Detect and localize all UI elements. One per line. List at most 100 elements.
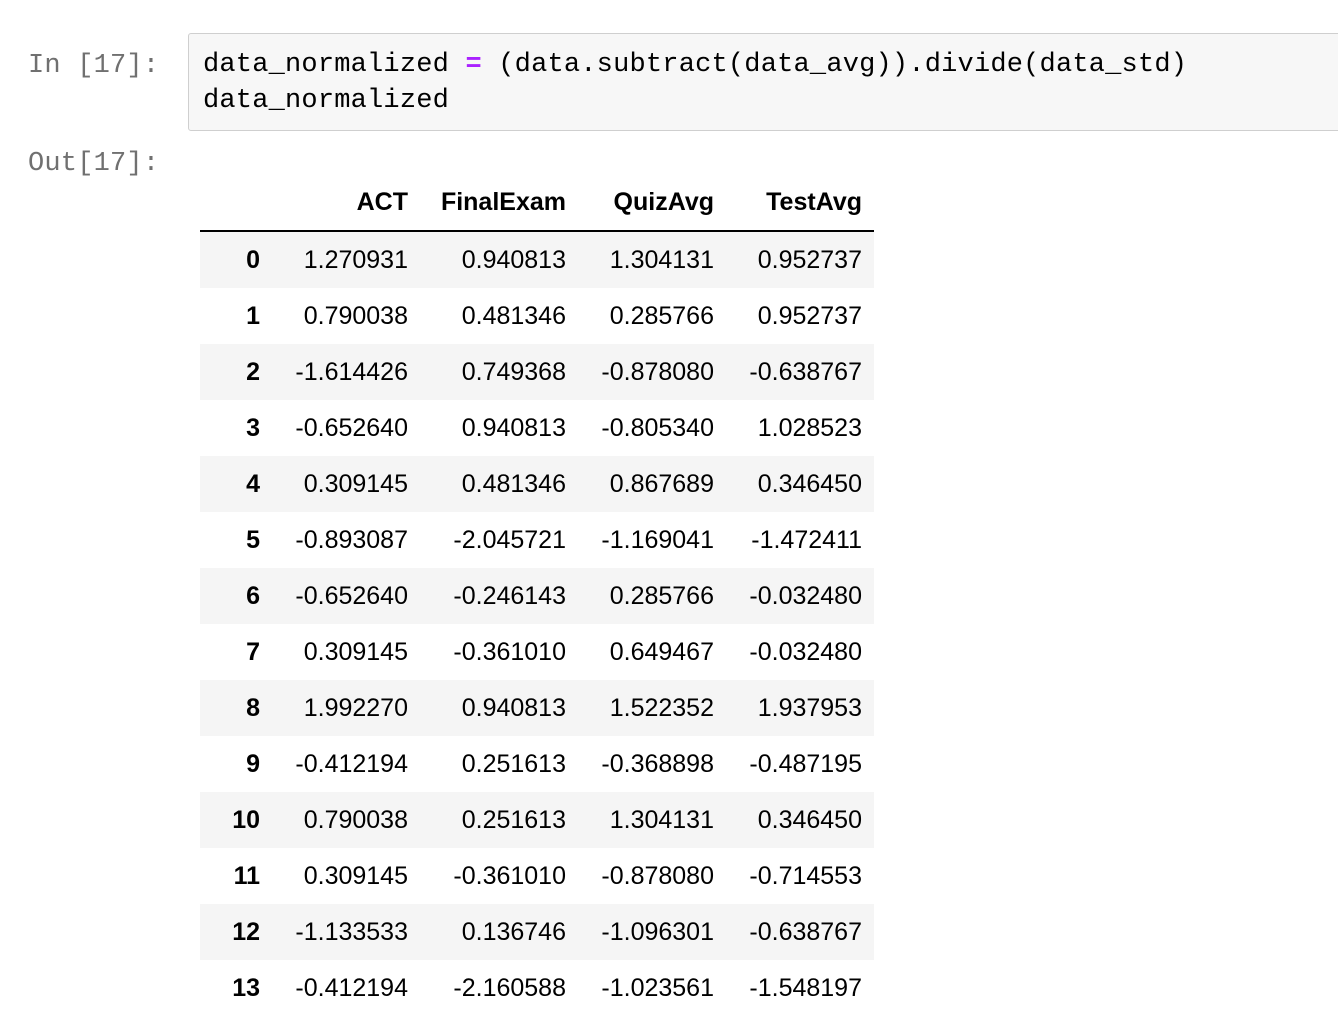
code-token: data_normalized [203, 86, 450, 116]
cell-quizavg: -1.169041 [601, 525, 714, 554]
cell-testavg: -0.487195 [749, 749, 862, 778]
cell-act: 0.309145 [303, 861, 408, 890]
cell-act: 1.992270 [303, 693, 408, 722]
code-line[interactable]: data_normalized = (data.subtract(data_av… [203, 47, 1187, 83]
cell-act: 1.270931 [303, 245, 408, 274]
cell-quizavg: -1.096301 [601, 917, 714, 946]
cell-testavg: -0.638767 [749, 917, 862, 946]
cell-testavg: -0.032480 [749, 637, 862, 666]
cell-quizavg: 1.304131 [609, 805, 714, 834]
cell-finalexam: 0.940813 [461, 413, 566, 442]
row-index: 6 [246, 581, 260, 610]
cell-finalexam: -0.361010 [453, 637, 566, 666]
assignment-operator: = [465, 50, 482, 80]
cell-finalexam: -2.045721 [453, 525, 566, 554]
output-prompt: Out[17]: [28, 149, 160, 179]
cell-testavg: 1.028523 [757, 413, 862, 442]
cell-testavg: -0.714553 [749, 861, 862, 890]
cell-testavg: 0.952737 [757, 301, 862, 330]
row-index: 4 [246, 469, 260, 498]
cell-quizavg: -1.023561 [601, 973, 714, 1002]
column-header-testavg: TestAvg [726, 175, 874, 232]
cell-finalexam: 0.481346 [461, 469, 566, 498]
cell-quizavg: 0.867689 [609, 469, 714, 498]
table-row: 10 0.790038 0.251613 1.304131 0.346450 [200, 792, 874, 848]
row-index: 5 [246, 525, 260, 554]
table-row: 3 -0.652640 0.940813 -0.805340 1.028523 [200, 400, 874, 456]
row-index: 8 [246, 693, 260, 722]
cell-act: -0.652640 [295, 581, 408, 610]
dataframe-output-table: ACT FinalExam QuizAvg TestAvg 0 1.270931 0… [200, 175, 874, 1016]
table-row: 2 -1.614426 0.749368 -0.878080 -0.638767 [200, 344, 874, 400]
cell-finalexam: 0.136746 [461, 917, 566, 946]
cell-testavg: 0.952737 [757, 245, 862, 274]
column-header-quizavg: QuizAvg [578, 175, 726, 232]
column-header-finalexam: FinalExam [420, 175, 578, 232]
code-line[interactable]: data_normalized [203, 83, 449, 119]
code-token: data_normalized [203, 50, 466, 80]
cell-finalexam: 0.749368 [461, 357, 566, 386]
cell-act: -0.412194 [295, 749, 408, 778]
cell-testavg: -0.638767 [749, 357, 862, 386]
cell-act: -0.412194 [295, 973, 408, 1002]
cell-finalexam: 0.251613 [461, 749, 566, 778]
cell-act: 0.309145 [303, 469, 408, 498]
table-header: ACT FinalExam QuizAvg TestAvg [200, 175, 874, 232]
cell-quizavg: 0.649467 [609, 637, 714, 666]
row-index: 2 [246, 357, 260, 386]
row-index: 10 [232, 805, 260, 834]
cell-quizavg: 0.285766 [609, 301, 714, 330]
table-row: 9 -0.412194 0.251613 -0.368898 -0.487195 [200, 736, 874, 792]
row-index: 12 [232, 917, 260, 946]
cell-act: -0.652640 [295, 413, 408, 442]
cell-quizavg: 1.522352 [609, 693, 714, 722]
table-row: 12 -1.133533 0.136746 -1.096301 -0.638767 [200, 904, 874, 960]
input-prompt: In [17]: [28, 51, 160, 81]
cell-act: 0.309145 [303, 637, 408, 666]
cell-quizavg: -0.878080 [601, 861, 714, 890]
row-index: 0 [246, 245, 260, 274]
row-index: 3 [246, 413, 260, 442]
cell-act: 0.790038 [303, 805, 408, 834]
cell-quizavg: -0.878080 [601, 357, 714, 386]
column-header-act: ACT [272, 175, 420, 232]
table-row: 1 0.790038 0.481346 0.285766 0.952737 [200, 288, 874, 344]
cell-quizavg: 0.285766 [609, 581, 714, 610]
row-index: 11 [233, 861, 260, 890]
row-index: 1 [246, 301, 260, 330]
cell-testavg: -0.032480 [749, 581, 862, 610]
cell-finalexam: 0.251613 [461, 805, 566, 834]
cell-testavg: 0.346450 [757, 469, 862, 498]
cell-testavg: 0.346450 [757, 805, 862, 834]
table-row: 13 -0.412194 -2.160588 -1.023561 -1.548197 [200, 960, 874, 1016]
table-row: 0 1.270931 0.940813 1.304131 0.952737 [200, 231, 874, 288]
cell-quizavg: 1.304131 [609, 245, 714, 274]
cell-finalexam: -0.246143 [453, 581, 566, 610]
table-row: 6 -0.652640 -0.246143 0.285766 -0.032480 [200, 568, 874, 624]
cell-finalexam: -2.160588 [453, 973, 566, 1002]
cell-act: 0.790038 [303, 301, 408, 330]
cell-act: -0.893087 [295, 525, 408, 554]
table-row: 8 1.992270 0.940813 1.522352 1.937953 [200, 680, 874, 736]
row-index: 7 [246, 637, 260, 666]
table-row: 7 0.309145 -0.361010 0.649467 -0.032480 [200, 624, 874, 680]
cell-finalexam: -0.361010 [453, 861, 566, 890]
table-row: 11 0.309145 -0.361010 -0.878080 -0.714553 [200, 848, 874, 904]
code-cell-editor[interactable]: data_normalized = (data.subtract(data_av… [188, 33, 1338, 131]
cell-act: -1.614426 [295, 357, 408, 386]
cell-act: -1.133533 [295, 917, 408, 946]
cell-quizavg: -0.805340 [601, 413, 714, 442]
table-row: 4 0.309145 0.481346 0.867689 0.346450 [200, 456, 874, 512]
row-index: 13 [232, 973, 260, 1002]
cell-finalexam: 0.481346 [461, 301, 566, 330]
table-row: 5 -0.893087 -2.045721 -1.169041 -1.472411 [200, 512, 874, 568]
table-body: 0 1.270931 0.940813 1.304131 0.952737 1 0.7900… [200, 231, 874, 1016]
cell-finalexam: 0.940813 [461, 693, 566, 722]
cell-finalexam: 0.940813 [461, 245, 566, 274]
header-row: ACT FinalExam QuizAvg TestAvg [200, 175, 874, 232]
index-header [200, 175, 272, 232]
cell-testavg: -1.548197 [749, 973, 862, 1002]
code-token: (data.subtract(data_avg)).divide(data_st… [481, 50, 1188, 80]
cell-testavg: 1.937953 [757, 693, 862, 722]
row-index: 9 [246, 749, 260, 778]
